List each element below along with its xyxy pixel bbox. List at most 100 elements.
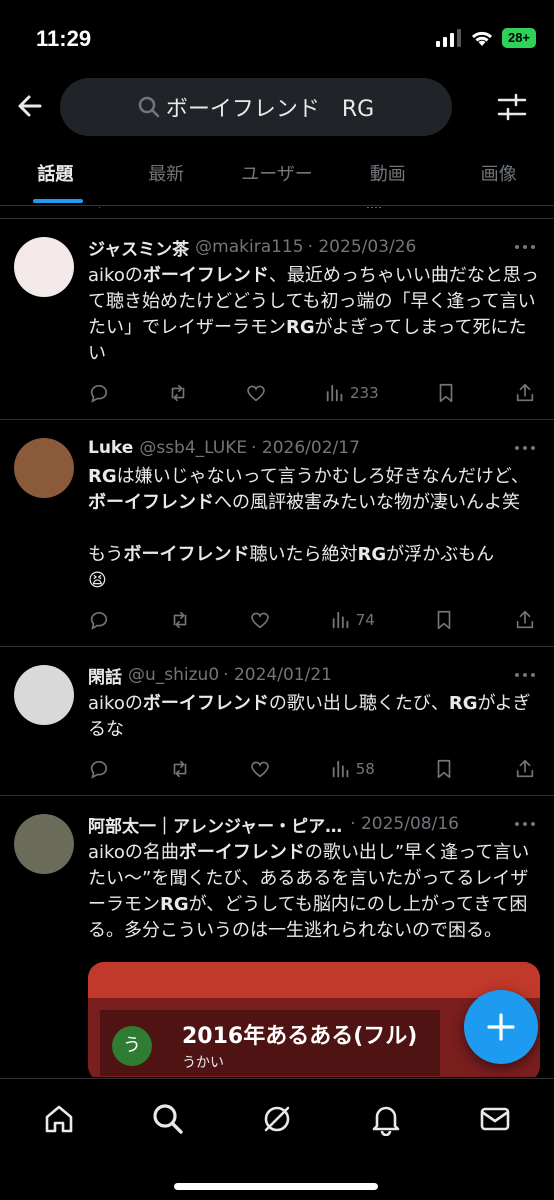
wifi-icon: [471, 31, 493, 46]
tab-trending[interactable]: 話題: [0, 148, 111, 205]
bookmark-action[interactable]: [435, 382, 457, 404]
tab-latest[interactable]: 最新: [111, 148, 222, 205]
heart-icon: [247, 385, 266, 402]
tweet-actions: 233: [88, 381, 540, 405]
tweet-header: 閑話 @u_shizu0 · 2024/01/21: [88, 661, 540, 689]
tweet-text: aikoのボーイフレンド、最近めっちゃいい曲だなと思って聴き始めたけどどうしても…: [88, 263, 540, 367]
share-action[interactable]: [514, 758, 536, 780]
bookmark-action[interactable]: [433, 609, 455, 631]
search-input[interactable]: ボーイフレンド RG: [60, 78, 452, 136]
sliders-icon[interactable]: [496, 91, 528, 123]
avatar[interactable]: [14, 237, 74, 297]
heart-icon[interactable]: [272, 207, 292, 209]
status-time: 11:29: [36, 26, 92, 51]
repost-action[interactable]: [169, 758, 191, 780]
reply-icon: [90, 385, 108, 403]
player-subtitle: うかい: [182, 1055, 224, 1071]
more-options-icon[interactable]: [512, 438, 538, 458]
reply-icon[interactable]: [86, 207, 106, 209]
repost-icon: [173, 611, 186, 629]
views-action[interactable]: 74: [330, 609, 375, 631]
search-query: ボーイフレンド RG: [165, 97, 375, 122]
avatar[interactable]: [14, 814, 74, 874]
highlighted-term: RG: [448, 693, 478, 714]
text-segment: aikoの: [88, 265, 143, 286]
repost-icon: [173, 760, 186, 778]
tweet-date: · 2025/03/26: [307, 237, 417, 257]
heart-action[interactable]: [245, 382, 267, 404]
search-results-feed[interactable]: 272 ジャスミン茶@makira115· 2025/03/26aikoのボーイ…: [0, 207, 554, 1077]
highlighted-term: ボーイフレンド: [178, 842, 305, 863]
media-thumbnail: [88, 962, 540, 998]
nav-home[interactable]: [37, 1097, 81, 1141]
bookmark-icon: [438, 610, 451, 630]
heart-action[interactable]: [249, 758, 271, 780]
tweet-header: ジャスミン茶 @makira115 · 2025/03/26: [88, 233, 540, 261]
views-icon: [332, 760, 349, 778]
status-bar: 11:29 28+: [0, 0, 554, 72]
tweet[interactable]: ジャスミン茶 @makira115 · 2025/03/26 aikoのボーイフレンド…: [0, 219, 554, 420]
search-icon: [153, 1104, 183, 1134]
views-icon: [367, 207, 381, 208]
reply-action[interactable]: [88, 609, 110, 631]
repost-action[interactable]: [167, 382, 189, 404]
views-count: 58: [355, 760, 375, 778]
author-name[interactable]: Luke: [88, 438, 133, 458]
share-icon[interactable]: [520, 207, 538, 209]
more-options-icon[interactable]: [512, 665, 538, 685]
author-name[interactable]: ジャスミン茶: [88, 235, 189, 260]
share-icon: [516, 383, 534, 402]
nav-notifications[interactable]: [364, 1097, 408, 1141]
author-name[interactable]: 阿部太一｜アレンジャー・ピア…: [88, 812, 342, 837]
heart-action[interactable]: [249, 609, 271, 631]
tweet[interactable]: 閑話 @u_shizu0 · 2024/01/21 aikoのボーイフレンドの歌い出し…: [0, 647, 554, 796]
tab-images[interactable]: 画像: [443, 148, 554, 205]
player-avatar: う: [112, 1026, 152, 1066]
reply-action[interactable]: [88, 382, 110, 404]
tab-bar: 話題 最新 ユーザー 動画 画像: [0, 148, 554, 206]
nav-messages[interactable]: [473, 1097, 517, 1141]
back-arrow-icon[interactable]: [14, 90, 46, 122]
mail-icon: [481, 1107, 510, 1131]
tweet-header: 阿部太一｜アレンジャー・ピア… · 2025/08/16: [88, 810, 540, 838]
views-action[interactable]: 58: [330, 758, 375, 780]
views-count: 74: [355, 611, 375, 629]
reply-action[interactable]: [88, 758, 110, 780]
bookmark-action[interactable]: [433, 758, 455, 780]
tweet-date: · 2025/08/16: [350, 814, 459, 834]
bottom-navigation: [0, 1078, 554, 1200]
views-action[interactable]: 233: [324, 382, 379, 404]
bookmark-icon[interactable]: [458, 207, 476, 209]
floating-media-player[interactable]: う 2016年あるある(フル) うかい: [100, 1010, 440, 1076]
highlighted-term: ボーイフレンド: [88, 492, 214, 513]
plus-icon: [487, 1013, 515, 1041]
author-name[interactable]: 閑話: [88, 663, 122, 688]
more-options-icon[interactable]: [512, 237, 538, 257]
author-handle: @makira115: [195, 237, 304, 257]
avatar[interactable]: [14, 438, 74, 498]
highlighted-term: ボーイフレンド: [142, 265, 269, 286]
share-action[interactable]: [514, 609, 536, 631]
nav-grok[interactable]: [255, 1097, 299, 1141]
repost-action[interactable]: [169, 609, 191, 631]
compose-button[interactable]: [464, 990, 538, 1064]
search-icon: [138, 96, 160, 118]
tab-users[interactable]: ユーザー: [222, 148, 333, 205]
highlighted-term: RG: [357, 544, 387, 565]
share-action[interactable]: [514, 382, 536, 404]
nav-explore[interactable]: [146, 1097, 190, 1141]
share-icon: [516, 610, 534, 629]
text-segment: は嫌いじゃないって言うかむしろ好きなんだけど、: [116, 466, 529, 487]
tab-videos[interactable]: 動画: [332, 148, 443, 205]
tweet-actions: 74: [88, 608, 540, 632]
grok-icon: [264, 1106, 290, 1132]
repost-icon: [171, 384, 184, 402]
views-count: 233: [350, 384, 379, 402]
tweet[interactable]: Luke @ssb4_LUKE · 2026/02/17 RGは嫌いじゃないって言うか…: [0, 420, 554, 647]
text-segment: aikoの名曲: [88, 842, 179, 863]
more-options-icon[interactable]: [512, 814, 538, 834]
highlighted-term: RG: [160, 894, 189, 915]
avatar[interactable]: [14, 665, 74, 725]
bell-icon: [372, 1106, 400, 1136]
repost-icon[interactable]: [178, 207, 198, 209]
